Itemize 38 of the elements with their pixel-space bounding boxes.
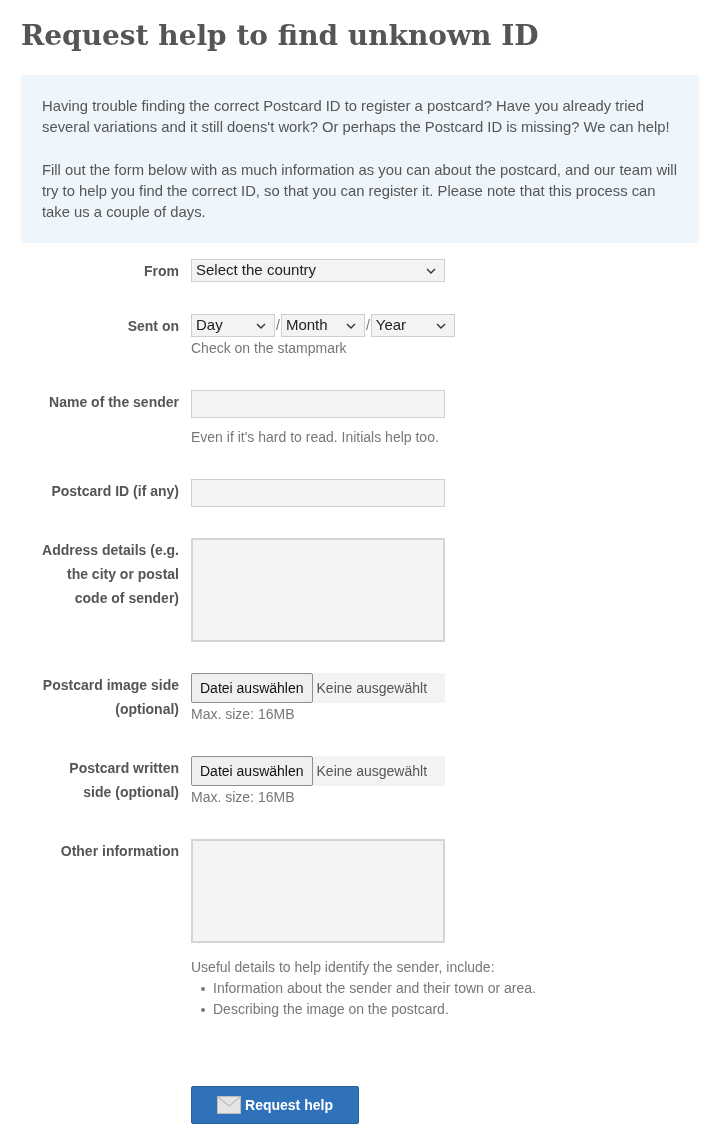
help-text: Even if it's hard to read. Initials help too. (191, 428, 440, 447)
text-field[interactable] (191, 479, 445, 507)
file-status: Keine ausgewählt (316, 678, 428, 698)
help-text: Max. size: 16MB (191, 705, 296, 724)
choose-file-button[interactable]: Datei auswählen (191, 673, 313, 703)
help-list-item: Information about the sender and their town or area. (201, 978, 536, 999)
field-label: Postcard image side (optional) (42, 677, 179, 717)
help-text: Useful details to help identify the sender, include: (191, 958, 496, 977)
field-label: Other information (60, 843, 179, 859)
field-label: Address details (e.g. the city or postal code of sender) (42, 542, 179, 606)
chevron-down-icon (426, 267, 436, 274)
choose-file-button[interactable]: Datei auswählen (191, 756, 313, 786)
text-area[interactable] (191, 538, 445, 642)
page-title: Request help to find unknown ID (21, 18, 540, 54)
select-dropdown[interactable]: Month (280, 314, 365, 337)
date-separator: / (364, 316, 371, 335)
chevron-down-icon (435, 322, 446, 329)
field-label: Postcard written side (optional) (69, 760, 179, 800)
text-area[interactable] (191, 839, 445, 943)
file-status: Keine ausgewählt (316, 761, 428, 781)
select-dropdown[interactable]: Select the country (191, 259, 445, 282)
field-label: Name of the sender (49, 394, 179, 410)
chevron-down-icon (345, 322, 356, 329)
text-field[interactable] (191, 390, 445, 418)
help-list-item: Describing the image on the postcard. (201, 999, 536, 1020)
chevron-down-icon (256, 322, 266, 329)
intro-paragraph: Fill out the form below with as much information as you can about the postcard, and our team will try to help you find the correct ID, so that you can register it. Please note that this process can take us a couple of days. (42, 161, 678, 222)
envelope-icon (217, 1096, 242, 1114)
select-dropdown[interactable]: Day (191, 314, 275, 337)
field-label: Postcard ID (if any) (51, 483, 179, 499)
request-help-button[interactable]: Request help (191, 1086, 359, 1124)
field-label: Sent on (127, 318, 179, 334)
field-label: From (144, 263, 179, 279)
help-text: Max. size: 16MB (191, 788, 296, 807)
intro-paragraph: Having trouble finding the correct Postcard ID to register a postcard? Have you already tried several variations and it still doens't work? Or perhaps the Postcard ID is missing? We can help! (42, 97, 671, 137)
date-separator: / (275, 316, 281, 335)
select-dropdown[interactable]: Year (370, 314, 455, 337)
help-text: Check on the stampmark (191, 339, 348, 358)
